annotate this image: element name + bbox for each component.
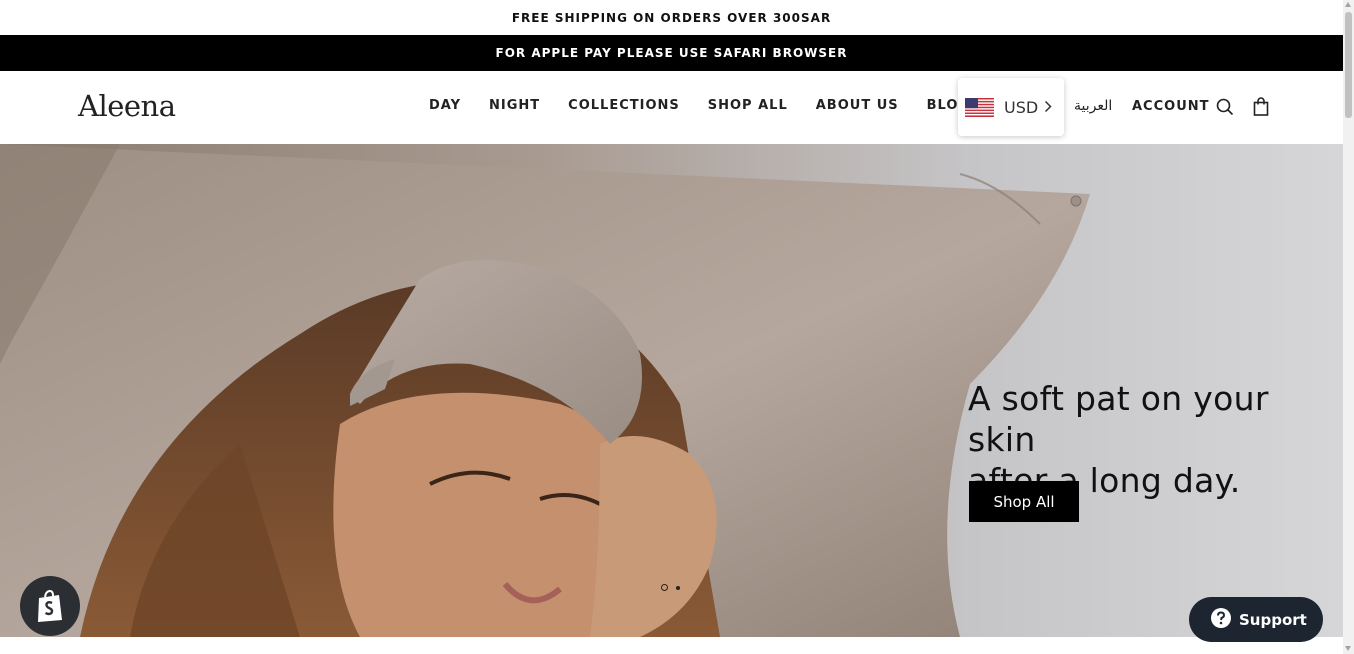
announcement-bar-apple-pay: FOR APPLE PAY PLEASE USE SAFARI BROWSER <box>0 35 1343 71</box>
scroll-up-arrow-icon[interactable] <box>1345 2 1351 7</box>
shop-all-button[interactable]: Shop All <box>969 481 1079 522</box>
hero-slideshow: A soft pat on your skin after a long day… <box>0 144 1343 637</box>
us-flag-icon <box>965 97 994 117</box>
chevron-right-icon <box>1044 98 1052 117</box>
support-button[interactable]: Support <box>1189 597 1323 642</box>
site-header: Aleena DAY NIGHT COLLECTIONS SHOP ALL AB… <box>0 71 1343 144</box>
currency-selector[interactable]: USD <box>958 78 1064 136</box>
nav-item-shop-all[interactable]: SHOP ALL <box>708 98 788 113</box>
main-nav: DAY NIGHT COLLECTIONS SHOP ALL ABOUT US … <box>415 98 984 113</box>
account-link[interactable]: ACCOUNT <box>1132 99 1210 114</box>
support-label: Support <box>1239 610 1307 629</box>
announcement-shipping-text: FREE SHIPPING ON ORDERS OVER 300SAR <box>511 10 832 25</box>
announcement-bar-shipping: FREE SHIPPING ON ORDERS OVER 300SAR <box>0 0 1343 35</box>
hero-heading-line-1: A soft pat on your skin <box>968 379 1269 459</box>
language-switch[interactable]: العربية <box>1074 98 1112 114</box>
announcement-apple-pay-text: FOR APPLE PAY PLEASE USE SAFARI BROWSER <box>495 46 848 60</box>
slide-dot-1[interactable] <box>661 584 668 591</box>
nav-item-night[interactable]: NIGHT <box>489 98 540 113</box>
nav-item-about-us[interactable]: ABOUT US <box>816 98 899 113</box>
scroll-down-arrow-icon[interactable] <box>1345 646 1351 651</box>
site-logo[interactable]: Aleena <box>78 89 176 123</box>
help-icon <box>1210 607 1232 633</box>
slideshow-dots <box>661 584 680 591</box>
slide-dot-2[interactable] <box>676 585 680 590</box>
shopping-bag-icon[interactable] <box>1253 97 1269 120</box>
shopify-bag-icon[interactable] <box>20 576 80 636</box>
nav-item-collections[interactable]: COLLECTIONS <box>568 98 680 113</box>
nav-item-day[interactable]: DAY <box>429 98 461 113</box>
scrollbar-thumb[interactable] <box>1345 12 1352 118</box>
search-icon[interactable] <box>1216 98 1234 120</box>
page-bottom-strip <box>0 637 1343 654</box>
currency-label: USD <box>1004 97 1039 117</box>
